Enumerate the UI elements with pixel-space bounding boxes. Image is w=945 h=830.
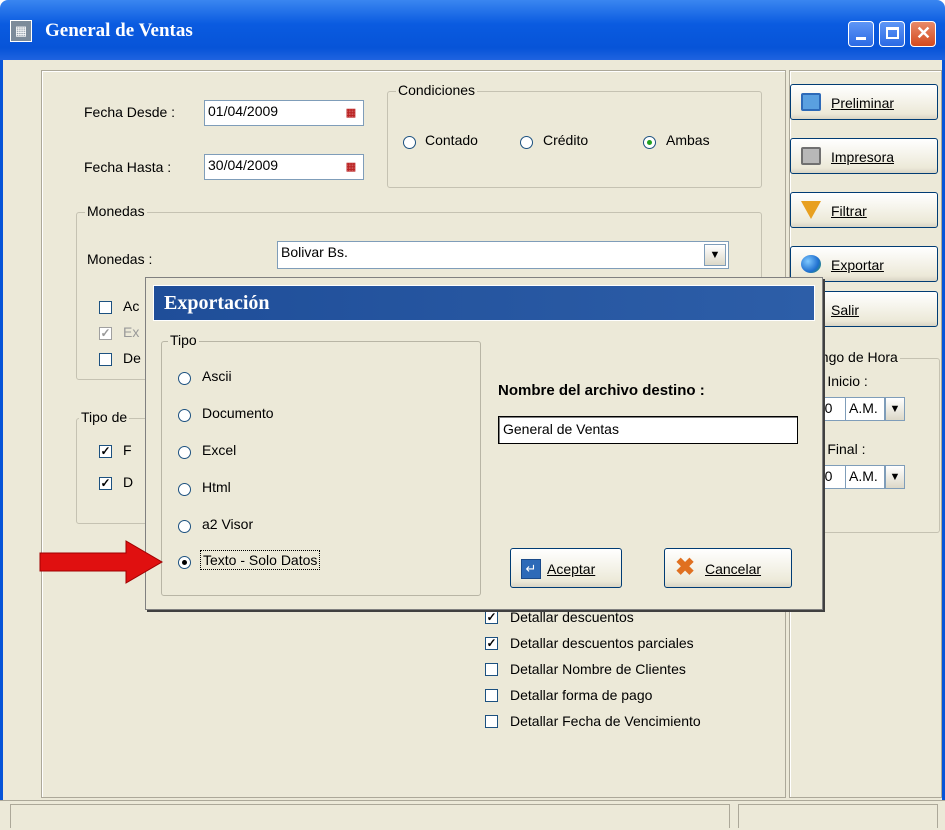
ac-label: Ac: [123, 298, 140, 314]
ambas-label: Ambas: [666, 132, 710, 148]
checkbox-de[interactable]: [99, 353, 112, 366]
tipo-d-label: D: [123, 474, 134, 490]
chevron-down-icon[interactable]: ▼: [885, 397, 905, 421]
credito-label: Crédito: [543, 132, 589, 148]
tipo-doc-legend: Tipo de: [79, 409, 130, 425]
globe-icon: [801, 255, 821, 273]
window-title: General de Ventas: [45, 20, 193, 41]
cancelar-button[interactable]: ✖ Cancelar: [664, 548, 792, 588]
checkbox-detallar-fecha-vencimiento[interactable]: [485, 715, 498, 728]
detallar-descuentos-parciales-label: Detallar descuentos parciales: [510, 635, 694, 651]
chevron-down-icon[interactable]: ▼: [704, 244, 726, 266]
condiciones-group: Condiciones Contado Crédito Ambas: [387, 82, 762, 188]
cancel-x-icon: ✖: [675, 554, 696, 581]
contado-label: Contado: [425, 132, 478, 148]
main-window: ▦ General de Ventas ✕ Fecha Desde : 01/0…: [0, 0, 945, 830]
radio-html[interactable]: [178, 483, 191, 496]
fecha-desde-label: Fecha Desde :: [84, 104, 176, 120]
minimize-button[interactable]: [848, 21, 874, 47]
status-pane-main: [10, 804, 730, 828]
detallar-descuentos-label: Detallar descuentos: [510, 609, 634, 625]
funnel-icon: [801, 201, 821, 219]
radio-texto-solo-datos[interactable]: [178, 556, 191, 569]
tipo-legend: Tipo: [168, 332, 199, 348]
maximize-icon: [886, 27, 899, 39]
radio-a2-visor[interactable]: [178, 520, 191, 533]
texto-solo-datos-label: Texto - Solo Datos: [200, 550, 321, 570]
close-icon: ✕: [916, 23, 932, 43]
detallar-nombre-clientes-label: Detallar Nombre de Clientes: [510, 661, 686, 677]
excel-label: Excel: [202, 442, 237, 458]
tipo-f-label: F: [123, 442, 132, 458]
status-bar: [0, 800, 945, 830]
monedas-label: Monedas :: [87, 251, 153, 267]
hora-final-ampm[interactable]: A.M.: [845, 465, 885, 489]
checkbox-ac[interactable]: [99, 301, 112, 314]
fecha-hasta-label: Fecha Hasta :: [84, 159, 172, 175]
a2-visor-label: a2 Visor: [202, 516, 254, 532]
checkbox-detallar-forma-pago[interactable]: [485, 689, 498, 702]
checkbox-detallar-descuentos-parciales[interactable]: ✓: [485, 637, 498, 650]
dest-input[interactable]: General de Ventas: [498, 416, 798, 444]
chevron-down-icon[interactable]: ▼: [885, 465, 905, 489]
tipo-group: Tipo Ascii Documento Excel Html a2 Visor…: [161, 332, 481, 596]
printer-icon: [801, 147, 821, 165]
export-dialog-title[interactable]: Exportación: [153, 285, 815, 321]
rango-hora-group: ango de Hora ra Inicio : :00 A.M. ▼ ra F…: [808, 349, 940, 533]
checkbox-ex[interactable]: ✓: [99, 327, 112, 340]
radio-credito[interactable]: [520, 136, 533, 149]
monedas-legend: Monedas: [85, 203, 147, 219]
de-label: De: [123, 350, 141, 366]
app-icon: ▦: [10, 20, 32, 42]
enter-icon: ↵: [521, 559, 541, 579]
impresora-button[interactable]: Impresora: [790, 138, 938, 174]
title-bar[interactable]: ▦ General de Ventas ✕: [0, 0, 945, 60]
radio-ascii[interactable]: [178, 372, 191, 385]
radio-documento[interactable]: [178, 409, 191, 422]
checkbox-tipo-f[interactable]: ✓: [99, 445, 112, 458]
monitor-icon: [801, 93, 821, 111]
checkbox-tipo-d[interactable]: ✓: [99, 477, 112, 490]
fecha-hasta-value: 30/04/2009: [208, 157, 279, 173]
detallar-forma-pago-label: Detallar forma de pago: [510, 687, 653, 703]
maximize-button[interactable]: [879, 21, 905, 47]
radio-excel[interactable]: [178, 446, 191, 459]
status-pane-right: [738, 804, 938, 828]
ascii-label: Ascii: [202, 368, 232, 384]
condiciones-legend: Condiciones: [396, 82, 478, 98]
rango-hora-legend: ango de Hora: [811, 349, 900, 365]
dest-label: Nombre del archivo destino :: [498, 382, 705, 399]
documento-label: Documento: [202, 405, 274, 421]
filtrar-button[interactable]: Filtrar: [790, 192, 938, 228]
detallar-fecha-vencimiento-label: Detallar Fecha de Vencimiento: [510, 713, 701, 729]
close-button[interactable]: ✕: [910, 21, 936, 47]
radio-ambas[interactable]: [643, 136, 656, 149]
ex-label: Ex: [123, 324, 140, 340]
checkbox-detallar-nombre-clientes[interactable]: [485, 663, 498, 676]
radio-contado[interactable]: [403, 136, 416, 149]
export-dialog: Exportación Tipo Ascii Documento Excel H…: [145, 277, 823, 610]
preliminar-button[interactable]: Preliminar: [790, 84, 938, 120]
dest-value: General de Ventas: [503, 421, 619, 437]
red-arrow-annotation: [39, 540, 163, 584]
html-label: Html: [202, 479, 231, 495]
hora-inicio-ampm[interactable]: A.M.: [845, 397, 885, 421]
monedas-select[interactable]: Bolivar Bs.: [277, 241, 729, 269]
fecha-desde-value: 01/04/2009: [208, 103, 279, 119]
minimize-icon: [856, 37, 866, 40]
calendar-icon[interactable]: ▦: [340, 103, 362, 123]
calendar-icon[interactable]: ▦: [340, 157, 362, 177]
aceptar-button[interactable]: ↵ Aceptar: [510, 548, 622, 588]
monedas-value: Bolivar Bs.: [281, 244, 348, 260]
checkbox-detallar-descuentos[interactable]: ✓: [485, 611, 498, 624]
